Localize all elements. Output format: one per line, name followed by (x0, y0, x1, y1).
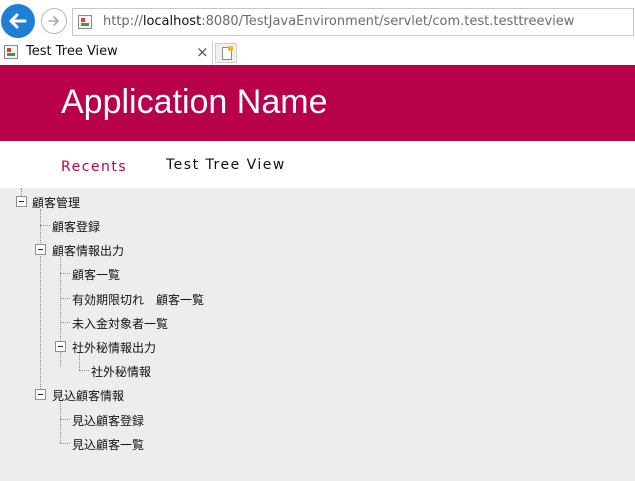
url-text: http://localhost:8080/TestJavaEnvironmen… (103, 14, 574, 29)
tree-node[interactable]: 未入金対象者一覧 (72, 315, 168, 332)
tree-connector (79, 370, 89, 371)
url-host: localhost (142, 14, 202, 29)
tree-connector (60, 443, 70, 444)
page-icon (78, 15, 92, 29)
tab-strip: Test Tree View × (0, 40, 635, 65)
arrow-right-icon (48, 16, 59, 26)
app-title: Application Name (61, 83, 328, 121)
tree-node[interactable]: 社外秘情報 (91, 363, 151, 380)
tree-node[interactable]: 顧客一覧 (72, 266, 120, 283)
collapse-toggle-icon[interactable] (35, 389, 46, 400)
tree-node[interactable]: 有効期限切れ 顧客一覧 (72, 291, 204, 308)
tree-connector (60, 273, 70, 274)
tree-connector (60, 400, 61, 443)
tree-view: 顧客管理 顧客登録 顧客情報出力 顧客一覧 有効期限切れ 顧客一覧 未入金対象者… (0, 188, 635, 481)
browser-address-bar: http://localhost:8080/TestJavaEnvironmen… (0, 0, 635, 40)
tree-node[interactable]: 顧客管理 (32, 194, 80, 211)
url-input[interactable]: http://localhost:8080/TestJavaEnvironmen… (72, 8, 634, 36)
tree-connector (40, 225, 50, 226)
tree-node[interactable]: 見込顧客登録 (72, 412, 144, 429)
arrow-left-icon (9, 13, 27, 29)
tree-node[interactable]: 見込顧客一覧 (72, 436, 144, 453)
url-prefix: http:// (103, 14, 143, 29)
tree-connector (40, 209, 41, 395)
tree-node[interactable]: 見込顧客情報 (52, 387, 124, 404)
tree-connector (60, 419, 70, 420)
collapse-toggle-icon[interactable] (35, 244, 46, 255)
new-tab-button[interactable] (215, 43, 237, 63)
nav-current-page[interactable]: Test Tree View (166, 157, 286, 173)
tree-connector (60, 322, 70, 323)
tree-node[interactable]: 社外秘情報出力 (72, 339, 156, 356)
nav-bar: Recents Test Tree View (0, 141, 635, 188)
url-path: :8080/TestJavaEnvironment/servlet/com.te… (201, 14, 575, 29)
tree-node[interactable]: 顧客登録 (52, 218, 100, 235)
tree-connector (21, 188, 22, 196)
tab-page-icon (4, 45, 18, 59)
tree-connector (60, 298, 70, 299)
forward-button[interactable] (41, 8, 67, 34)
collapse-toggle-icon[interactable] (55, 341, 66, 352)
close-tab-icon[interactable]: × (196, 43, 209, 61)
back-button[interactable] (1, 4, 35, 38)
app-header: Application Name (0, 65, 635, 141)
tab-title: Test Tree View (26, 44, 118, 59)
browser-tab[interactable]: Test Tree View × (0, 41, 213, 65)
collapse-toggle-icon[interactable] (16, 196, 27, 207)
nav-recents-link[interactable]: Recents (61, 159, 127, 175)
tree-node[interactable]: 顧客情報出力 (52, 242, 124, 259)
